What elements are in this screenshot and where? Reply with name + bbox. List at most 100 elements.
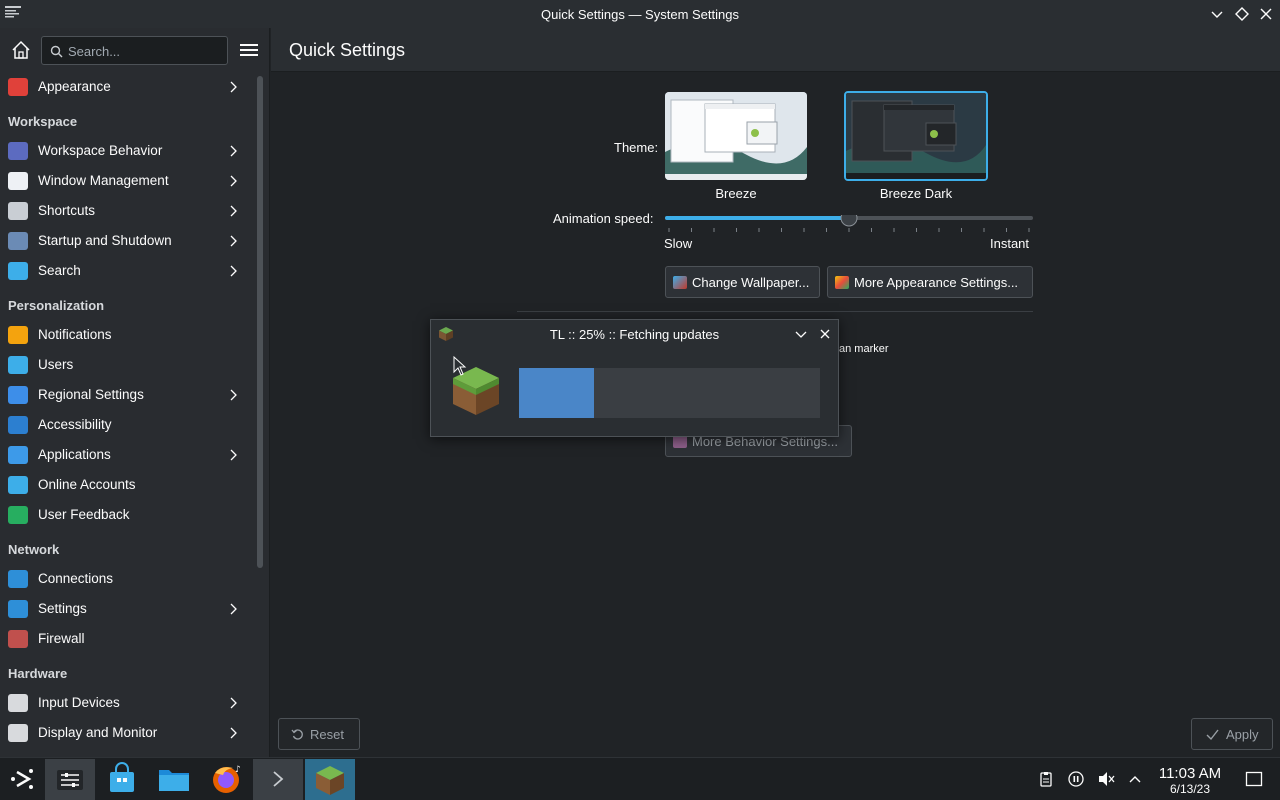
system-settings-taskbar-icon[interactable]	[45, 759, 95, 800]
globe-icon	[8, 570, 28, 588]
show-desktop-icon[interactable]	[1245, 770, 1263, 788]
sidebar-item-label: Settings	[38, 601, 87, 616]
search-placeholder: Search...	[68, 44, 121, 59]
sidebar-item-label: Accessibility	[38, 417, 112, 432]
sidebar-item-appearance[interactable]: Appearance	[0, 72, 255, 102]
theme-breeze-thumbnail[interactable]	[665, 92, 807, 180]
maximize-icon[interactable]	[1234, 6, 1250, 22]
sidebar-scrollbar[interactable]	[257, 76, 263, 568]
sidebar-item-firewall[interactable]: Firewall	[0, 624, 255, 654]
sidebar-item-workspace-behavior[interactable]: Workspace Behavior	[0, 136, 255, 166]
search-icon	[50, 45, 63, 58]
sidebar-item-users[interactable]: Users	[0, 350, 255, 380]
change-wallpaper-button[interactable]: Change Wallpaper...	[665, 266, 820, 298]
regional-icon	[8, 386, 28, 404]
home-icon[interactable]	[10, 39, 32, 61]
sidebar-item-notifications[interactable]: Notifications	[0, 320, 255, 350]
file-manager-icon[interactable]	[149, 759, 199, 800]
minecraft-taskbar-icon[interactable]	[305, 759, 355, 800]
apply-label: Apply	[1226, 726, 1259, 742]
wallpaper-icon	[673, 276, 687, 289]
users-icon	[8, 356, 28, 374]
more-appearance-settings-button[interactable]: More Appearance Settings...	[827, 266, 1033, 298]
slider-ticks	[668, 228, 1030, 232]
sidebar-toolbar: Search...	[0, 28, 270, 72]
chevron-right-icon	[230, 697, 237, 709]
window-management-icon	[8, 172, 28, 190]
sidebar-item-label: Window Management	[38, 173, 169, 188]
sidebar-item-search[interactable]: Search	[0, 256, 255, 286]
clock[interactable]: 11:03 AM 6/13/23	[1150, 765, 1230, 796]
appearance-icon	[8, 78, 28, 96]
sidebar-item-window-management[interactable]: Window Management	[0, 166, 255, 196]
section-divider	[517, 311, 1033, 312]
chevron-right-icon	[230, 265, 237, 277]
sidebar-item-settings[interactable]: Settings	[0, 594, 255, 624]
reset-button[interactable]: Reset	[278, 718, 360, 750]
check-icon	[1206, 729, 1219, 741]
dialog-close-icon[interactable]	[818, 327, 832, 341]
sidebar-item-label: Startup and Shutdown	[38, 233, 172, 248]
sidebar-item-shortcuts[interactable]: Shortcuts	[0, 196, 255, 226]
sidebar-item-user-feedback[interactable]: User Feedback	[0, 500, 255, 530]
sidebar-item-accessibility[interactable]: Accessibility	[0, 410, 255, 440]
slider-fill	[665, 216, 849, 220]
sidebar-item-display-and-monitor[interactable]: Display and Monitor	[0, 718, 255, 748]
sidebar-item-label: Online Accounts	[38, 477, 136, 492]
sidebar-nav-list: Appearance Workspace Workspace Behavior Win…	[0, 72, 255, 757]
breeze-dark-preview-image	[846, 93, 986, 179]
hamburger-menu-icon[interactable]	[240, 42, 258, 58]
reset-label: Reset	[310, 726, 344, 742]
theme-breeze-label: Breeze	[715, 186, 757, 201]
workspace-behavior-icon	[8, 142, 28, 160]
close-icon[interactable]	[1258, 6, 1274, 22]
section-label: Workspace	[8, 114, 78, 129]
theme-breeze-dark-label: Breeze Dark	[879, 186, 953, 201]
theme-breeze-dark-thumbnail[interactable]	[844, 91, 988, 181]
media-pause-icon[interactable]	[1068, 771, 1084, 787]
bell-icon	[8, 326, 28, 344]
partial-text: an marker	[839, 343, 889, 355]
sidebar-item-label: Applications	[38, 447, 111, 462]
sidebar-section-header: Network	[0, 530, 255, 564]
reset-icon	[291, 729, 303, 740]
dialog-minimize-icon[interactable]	[794, 327, 808, 341]
sidebar-item-label: Users	[38, 357, 74, 372]
chevron-right-icon	[230, 449, 237, 461]
slider-min-label: Slow	[664, 236, 693, 251]
discover-store-icon[interactable]	[97, 759, 147, 800]
sidebar-item-startup-and-shutdown[interactable]: Startup and Shutdown	[0, 226, 255, 256]
section-label: Hardware	[8, 666, 68, 681]
volume-muted-icon[interactable]	[1098, 771, 1115, 787]
sidebar-item-applications[interactable]: Applications	[0, 440, 255, 470]
network-settings-icon	[8, 600, 28, 618]
update-progress-bar	[519, 368, 820, 418]
chevron-right-icon	[230, 235, 237, 247]
search-input[interactable]: Search...	[41, 36, 228, 65]
apply-button[interactable]: Apply	[1191, 718, 1273, 750]
update-progress-dialog: TL :: 25% :: Fetching updates	[430, 319, 839, 437]
sidebar-item-regional-settings[interactable]: Regional Settings	[0, 380, 255, 410]
terminal-icon[interactable]	[253, 759, 303, 800]
clipboard-icon[interactable]	[1038, 771, 1054, 787]
animation-speed-label: Animation speed:	[553, 211, 654, 226]
sidebar-item-online-accounts[interactable]: Online Accounts	[0, 470, 255, 500]
chevron-right-icon	[230, 727, 237, 739]
sidebar-item-label: Shortcuts	[38, 203, 96, 218]
clock-time: 11:03 AM	[1158, 765, 1222, 782]
update-progress-fill	[519, 368, 595, 418]
tray-expand-icon[interactable]	[1128, 773, 1142, 785]
animation-speed-slider[interactable]	[665, 215, 1033, 243]
firefox-icon[interactable]: ♪	[201, 759, 251, 800]
sidebar-item-label: Notifications	[38, 327, 112, 342]
slider-max-label: Instant	[990, 236, 1030, 251]
mouse-cursor-icon	[453, 356, 467, 376]
sidebar-item-label: Appearance	[38, 79, 111, 94]
sidebar-item-label: Connections	[38, 571, 114, 586]
minimize-icon[interactable]	[1209, 6, 1225, 22]
application-launcher-icon[interactable]	[0, 759, 50, 800]
sidebar-item-connections[interactable]: Connections	[0, 564, 255, 594]
chevron-right-icon	[230, 81, 237, 93]
slider-handle[interactable]	[840, 215, 858, 227]
sidebar-item-input-devices[interactable]: Input Devices	[0, 688, 255, 718]
